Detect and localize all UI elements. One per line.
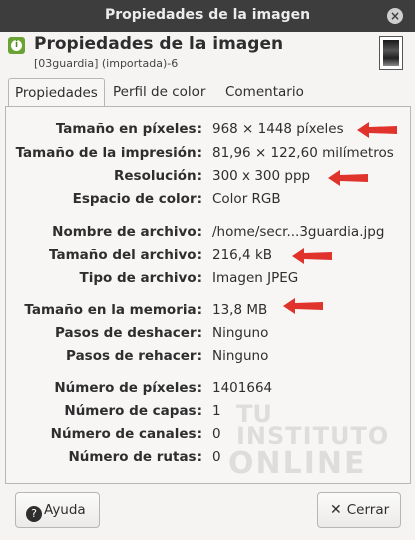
property-value: 1: [212, 403, 221, 419]
red-arrow-icon: [357, 122, 397, 138]
image-properties-dialog: Propiedades de la imagen × i Propiedades…: [0, 0, 415, 540]
property-row: Pasos de rehacer: Ninguno: [6, 348, 410, 370]
property-row: Tipo de archivo: Imagen JPEG: [6, 270, 410, 292]
property-label: Tamaño del archivo:: [49, 247, 202, 263]
property-label: Tamaño en la memoria:: [24, 302, 202, 318]
property-label: Tipo de archivo:: [79, 270, 202, 286]
tab-bar: Propiedades Perfil de color Comentario: [5, 78, 410, 106]
property-row: Nombre de archivo: /home/secr...3guardia…: [6, 224, 410, 246]
property-row: Tamaño en píxeles: 968 × 1448 píxeles: [6, 121, 410, 143]
property-label: Nombre de archivo:: [52, 224, 202, 240]
property-value: 216,4 kB: [212, 247, 273, 263]
title-bar[interactable]: Propiedades de la imagen ×: [0, 0, 415, 32]
close-x-icon: ✕: [330, 502, 342, 518]
property-label: Número de canales:: [50, 426, 202, 442]
window-title: Propiedades de la imagen: [104, 7, 311, 23]
property-row: Pasos de deshacer: Ninguno: [6, 325, 410, 347]
property-label: Pasos de rehacer:: [66, 348, 202, 364]
property-label: Número de rutas:: [68, 449, 202, 465]
property-value: 0: [212, 449, 221, 465]
property-row: Tamaño de la impresión: 81,96 × 122,60 m…: [6, 145, 410, 167]
property-value: Ninguno: [212, 325, 269, 341]
header-title: Propiedades de la imagen: [34, 34, 284, 54]
property-row: Tamaño del archivo: 216,4 kB: [6, 247, 410, 269]
property-label: Número de capas:: [64, 403, 202, 419]
close-icon[interactable]: ×: [387, 8, 403, 24]
property-row: Tamaño en la memoria: 13,8 MB: [6, 302, 410, 324]
image-thumbnail: [379, 36, 403, 70]
property-value: 13,8 MB: [212, 302, 268, 318]
watermark-logo: TU INSTITUTO ONLINE: [228, 398, 388, 484]
header-subtitle: [03guardia] (importada)-6: [34, 57, 179, 70]
info-icon: i: [8, 37, 25, 54]
watermark-line3: ONLINE: [228, 446, 367, 481]
tab-perfil-de-color[interactable]: Perfil de color: [113, 78, 205, 105]
red-arrow-icon: [328, 170, 368, 186]
property-value: 300 x 300 ppp: [212, 168, 311, 184]
property-value: 0: [212, 426, 221, 442]
red-arrow-icon: [292, 248, 332, 264]
property-label: Número de píxeles:: [54, 380, 202, 396]
dialog-footer: ? Ayuda ✕ Cerrar: [0, 486, 415, 540]
help-button-label: Ayuda: [44, 502, 86, 518]
property-value: /home/secr...3guardia.jpg: [212, 224, 385, 240]
property-label: Espacio de color:: [72, 191, 202, 207]
tab-comentario[interactable]: Comentario: [225, 78, 304, 105]
property-row: Espacio de color: Color RGB: [6, 191, 410, 213]
property-value: 968 × 1448 píxeles: [212, 121, 344, 137]
property-label: Tamaño en píxeles:: [55, 121, 202, 137]
property-value: Imagen JPEG: [212, 270, 299, 286]
close-button-label: Cerrar: [346, 502, 390, 518]
dialog-header: i Propiedades de la imagen [03guardia] (…: [0, 32, 415, 74]
property-value: 81,96 × 122,60 milímetros: [212, 145, 394, 161]
property-label: Tamaño de la impresión:: [15, 145, 202, 161]
help-button[interactable]: ? Ayuda: [15, 492, 100, 528]
tab-propiedades[interactable]: Propiedades: [8, 78, 105, 106]
property-label: Pasos de deshacer:: [55, 325, 202, 341]
close-button[interactable]: ✕ Cerrar: [317, 492, 401, 528]
property-value: 1401664: [212, 380, 273, 396]
property-label: Resolución:: [113, 168, 202, 184]
help-icon: ?: [26, 506, 42, 522]
property-value: Ninguno: [212, 348, 269, 364]
red-arrow-icon: [283, 298, 323, 314]
property-value: Color RGB: [212, 191, 281, 207]
